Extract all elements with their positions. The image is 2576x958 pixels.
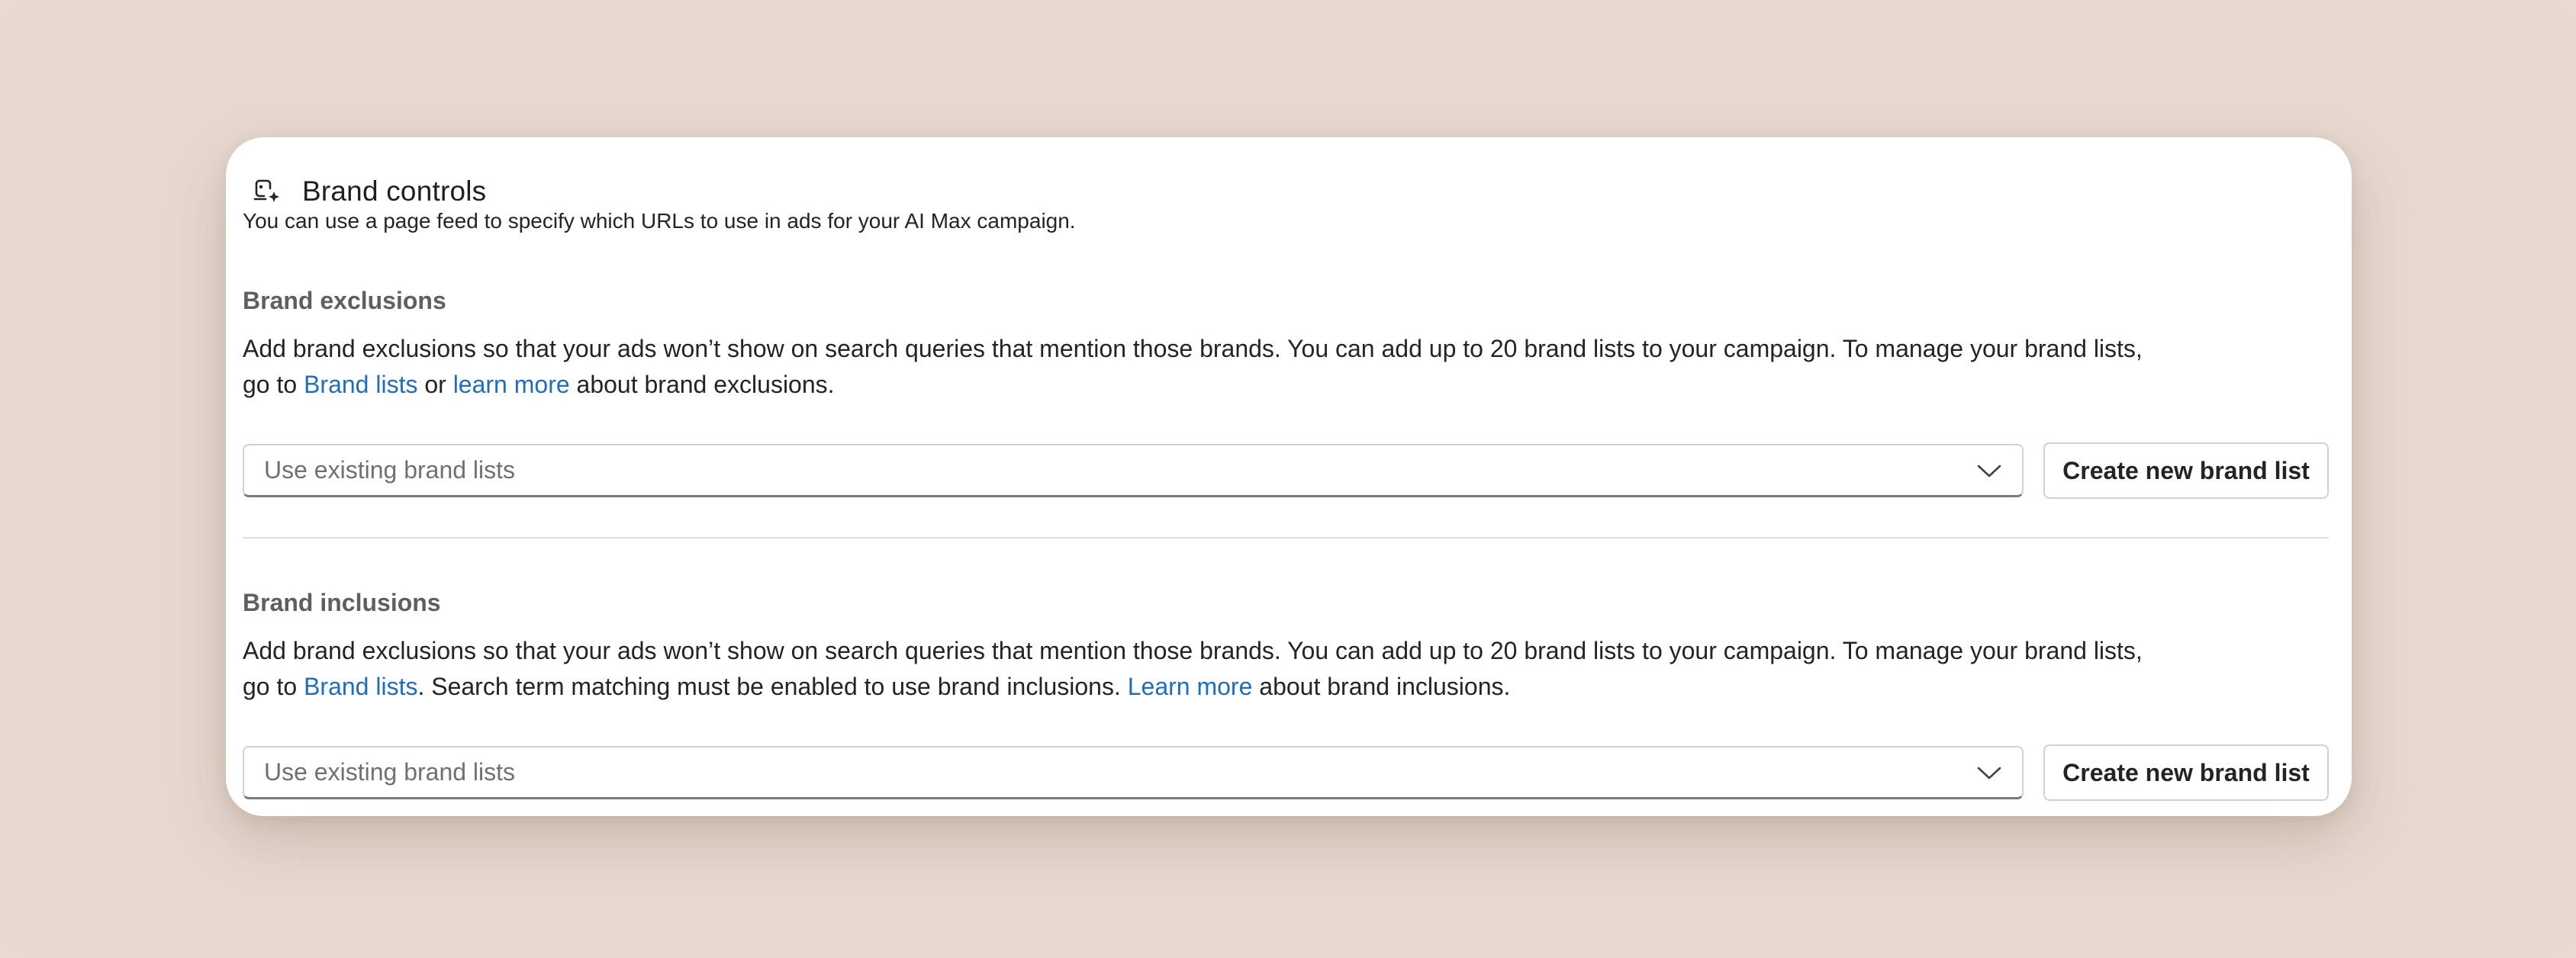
- brand-inclusions-title: Brand inclusions: [243, 589, 441, 616]
- section-divider: [243, 537, 2329, 538]
- brand-inclusions-desc-mid: . Search term matching must be enabled t…: [417, 673, 1128, 700]
- create-new-brand-list-button[interactable]: Create new brand list: [2043, 744, 2329, 801]
- brand-exclusions-desc-line1: Add brand exclusions so that your ads wo…: [243, 335, 2143, 362]
- brand-exclusions-desc-prefix: go to: [243, 371, 304, 398]
- create-new-brand-list-button[interactable]: Create new brand list: [2043, 442, 2329, 499]
- brand-exclusions-title: Brand exclusions: [243, 287, 446, 314]
- brand-lists-link[interactable]: Brand lists: [304, 371, 417, 398]
- page-background: Brand controls You can use a page feed t…: [0, 0, 2576, 958]
- brand-exclusions-desc-suffix: about brand exclusions.: [569, 371, 835, 398]
- brand-inclusions-select[interactable]: Use existing brand lists: [243, 746, 2024, 799]
- brand-inclusions-desc-prefix: go to: [243, 673, 304, 700]
- panel-subtitle: You can use a page feed to specify which…: [243, 209, 1076, 233]
- brand-exclusions-select[interactable]: Use existing brand lists: [243, 444, 2024, 497]
- chevron-down-icon: [1977, 465, 2001, 477]
- panel-title: Brand controls: [302, 175, 487, 207]
- brand-inclusions-desc-line1: Add brand exclusions so that your ads wo…: [243, 637, 2143, 664]
- brand-tag-sparkle-icon: [252, 176, 282, 207]
- learn-more-link[interactable]: learn more: [453, 371, 570, 398]
- brand-inclusions-description: Add brand exclusions so that your ads wo…: [243, 633, 2227, 705]
- brand-exclusions-select-placeholder: Use existing brand lists: [264, 456, 516, 484]
- brand-exclusions-desc-mid: or: [417, 371, 453, 398]
- chevron-down-icon: [1977, 767, 2001, 779]
- brand-inclusions-desc-suffix: about brand inclusions.: [1252, 673, 1511, 700]
- brand-exclusions-description: Add brand exclusions so that your ads wo…: [243, 331, 2227, 403]
- brand-inclusions-select-placeholder: Use existing brand lists: [264, 758, 516, 786]
- brand-lists-link[interactable]: Brand lists: [304, 673, 417, 700]
- brand-controls-panel: Brand controls You can use a page feed t…: [226, 137, 2352, 816]
- learn-more-link[interactable]: Learn more: [1128, 673, 1253, 700]
